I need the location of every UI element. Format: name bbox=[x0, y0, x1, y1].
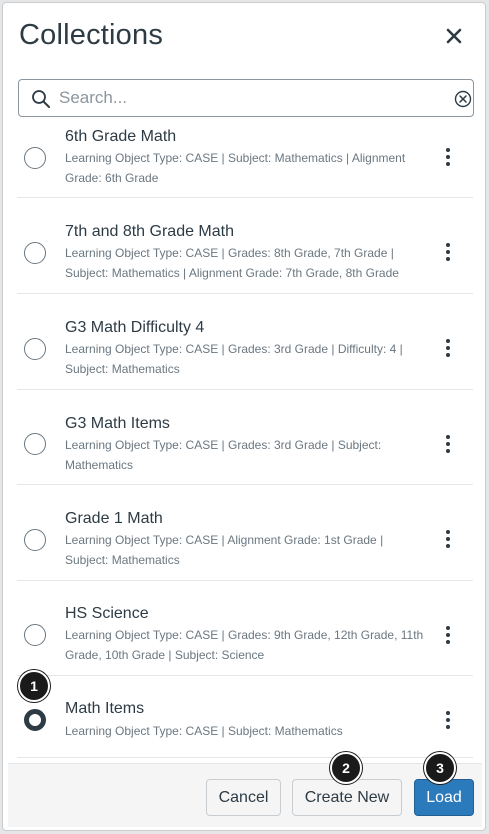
close-icon bbox=[446, 28, 462, 44]
more-options-icon[interactable] bbox=[441, 146, 455, 168]
collection-item[interactable]: 7th and 8th Grade Math Learning Object T… bbox=[3, 198, 485, 294]
collection-radio[interactable] bbox=[24, 242, 46, 264]
collection-meta: Learning Object Type: CASE | Subject: Ma… bbox=[65, 151, 406, 185]
collection-meta: Learning Object Type: CASE | Grades: 8th… bbox=[65, 246, 399, 280]
collection-radio[interactable] bbox=[24, 433, 46, 455]
collection-meta: Learning Object Type: CASE | Grades: 3rd… bbox=[65, 342, 403, 376]
callout-badge-2: 2 bbox=[330, 752, 362, 784]
collection-item[interactable]: Grade 1 Math Learning Object Type: CASE … bbox=[3, 485, 485, 581]
collection-name: Math Items bbox=[65, 700, 145, 717]
collection-meta: Learning Object Type: CASE | Grades: 9th… bbox=[65, 628, 424, 662]
collection-list: 6th Grade Math Learning Object Type: CAS… bbox=[3, 121, 485, 761]
collection-item[interactable]: 6th Grade Math Learning Object Type: CAS… bbox=[3, 121, 485, 198]
clear-search-icon[interactable] bbox=[453, 89, 473, 109]
create-new-button[interactable]: Create New bbox=[292, 779, 402, 816]
collection-item[interactable]: G3 Math Items Learning Object Type: CASE… bbox=[3, 390, 485, 485]
dialog-title: Collections bbox=[19, 19, 164, 51]
more-options-icon[interactable] bbox=[441, 528, 455, 550]
collection-meta: Learning Object Type: CASE | Subject: Ma… bbox=[65, 724, 343, 738]
callout-badge-3: 3 bbox=[424, 752, 456, 784]
collection-item[interactable]: Math Items Learning Object Type: CASE | … bbox=[3, 676, 485, 758]
more-options-icon[interactable] bbox=[441, 337, 455, 359]
collection-item[interactable]: G3 Math Difficulty 4 Learning Object Typ… bbox=[3, 294, 485, 390]
more-options-icon[interactable] bbox=[441, 709, 455, 731]
cancel-button[interactable]: Cancel bbox=[206, 779, 281, 816]
collection-name: 6th Grade Math bbox=[65, 128, 177, 145]
collection-name: G3 Math Items bbox=[65, 415, 170, 432]
divider bbox=[17, 757, 473, 758]
callout-badge-1: 1 bbox=[18, 670, 50, 702]
collection-name: HS Science bbox=[65, 605, 149, 622]
collection-meta: Learning Object Type: CASE | Alignment G… bbox=[65, 533, 384, 567]
collection-radio[interactable] bbox=[24, 338, 46, 360]
close-button[interactable] bbox=[443, 25, 465, 47]
search-icon bbox=[32, 90, 50, 108]
more-options-icon[interactable] bbox=[441, 433, 455, 455]
collection-radio[interactable] bbox=[24, 709, 46, 731]
dialog-footer: Cancel Create New Load bbox=[8, 763, 482, 827]
collection-radio[interactable] bbox=[24, 529, 46, 551]
more-options-icon[interactable] bbox=[441, 624, 455, 646]
collection-meta: Learning Object Type: CASE | Grades: 3rd… bbox=[65, 438, 382, 472]
collection-radio[interactable] bbox=[24, 147, 46, 169]
collection-name: G3 Math Difficulty 4 bbox=[65, 319, 205, 336]
collection-radio[interactable] bbox=[24, 624, 46, 646]
search-box bbox=[18, 79, 474, 117]
collection-name: Grade 1 Math bbox=[65, 510, 163, 527]
collections-dialog: Collections 6th Grade Math Learning Obje… bbox=[2, 2, 486, 831]
load-button[interactable]: Load bbox=[414, 779, 474, 816]
collection-item[interactable]: HS Science Learning Object Type: CASE | … bbox=[3, 581, 485, 676]
collection-name: 7th and 8th Grade Math bbox=[65, 223, 234, 240]
more-options-icon[interactable] bbox=[441, 241, 455, 263]
search-input[interactable] bbox=[59, 86, 429, 110]
